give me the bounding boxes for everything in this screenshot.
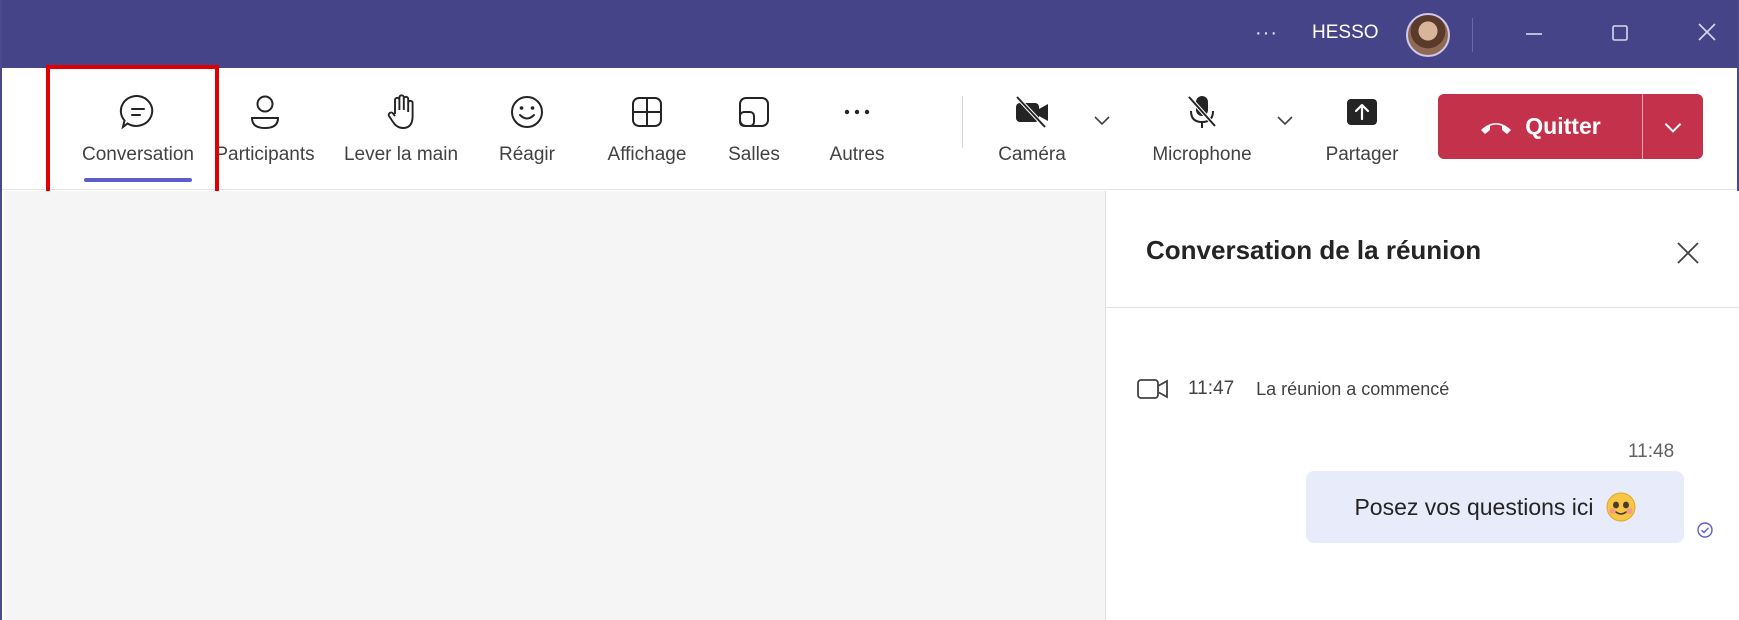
close-chat-button[interactable] bbox=[1672, 237, 1704, 269]
grid-icon bbox=[632, 97, 662, 127]
mic-off-icon bbox=[1187, 95, 1217, 128]
meeting-started-event: 11:47 La réunion a commencé bbox=[1136, 377, 1449, 401]
rooms-icon bbox=[739, 97, 769, 127]
event-text: La réunion a commencé bbox=[1256, 378, 1450, 399]
chat-panel: Conversation de la réunion 11:47 La réun… bbox=[1106, 191, 1739, 620]
tool-more-label: Autres bbox=[829, 144, 885, 165]
teams-meeting-window: ··· HESSO Conversation Participants Leve… bbox=[0, 0, 1739, 620]
tool-participants-label: Participants bbox=[215, 144, 315, 165]
chat-header-divider bbox=[1106, 307, 1739, 308]
event-time: 11:47 bbox=[1188, 378, 1235, 399]
minimize-button[interactable] bbox=[1514, 12, 1554, 52]
share-icon bbox=[1347, 99, 1377, 125]
camera-options-chevron-down-icon[interactable] bbox=[1090, 108, 1114, 132]
microphone-options-chevron-down-icon[interactable] bbox=[1273, 108, 1297, 132]
tool-microphone-label: Microphone bbox=[1152, 144, 1252, 165]
quit-options-button[interactable] bbox=[1643, 94, 1703, 159]
tool-rooms-label: Salles bbox=[728, 144, 780, 165]
tool-raise-hand[interactable]: Lever la main bbox=[333, 68, 469, 190]
close-icon bbox=[1677, 242, 1699, 264]
tool-share-label: Partager bbox=[1325, 144, 1399, 165]
tool-view-label: Affichage bbox=[607, 144, 687, 165]
tool-camera[interactable]: Caméra bbox=[987, 68, 1077, 190]
maximize-icon bbox=[1612, 25, 1628, 41]
person-icon bbox=[250, 95, 280, 130]
minimize-icon bbox=[1526, 33, 1542, 35]
camera-off-icon bbox=[1015, 95, 1048, 129]
quit-label: Quitter bbox=[1525, 113, 1601, 139]
tool-more[interactable]: Autres bbox=[812, 68, 902, 190]
tool-react[interactable]: Réagir bbox=[482, 68, 572, 190]
smiling-face-emoji-icon bbox=[1606, 492, 1636, 522]
chat-panel-title: Conversation de la réunion bbox=[1146, 235, 1482, 265]
tool-camera-label: Caméra bbox=[998, 144, 1066, 165]
smiley-icon bbox=[511, 96, 543, 128]
organization-name[interactable]: HESSO bbox=[1312, 22, 1379, 44]
quit-button[interactable]: Quitter bbox=[1438, 94, 1642, 159]
tool-raise-hand-label: Lever la main bbox=[343, 144, 459, 165]
conversation-highlight-box bbox=[46, 65, 219, 202]
chat-message-text: Posez vos questions ici bbox=[1354, 493, 1594, 520]
title-bar: ··· HESSO bbox=[2, 0, 1737, 68]
tool-view[interactable]: Affichage bbox=[592, 68, 702, 190]
video-camera-icon bbox=[1137, 379, 1168, 399]
tool-participants[interactable]: Participants bbox=[204, 68, 326, 190]
maximize-button[interactable] bbox=[1600, 12, 1640, 52]
read-receipt-check-icon bbox=[1697, 522, 1713, 538]
titlebar-more-button[interactable]: ··· bbox=[1255, 22, 1278, 45]
hand-icon bbox=[387, 94, 414, 129]
close-icon bbox=[1698, 23, 1716, 41]
meeting-stage bbox=[4, 191, 1105, 620]
quit-button-group: Quitter bbox=[1438, 94, 1703, 159]
message-time: 11:48 bbox=[1628, 441, 1675, 462]
tool-rooms[interactable]: Salles bbox=[714, 68, 794, 190]
tool-share[interactable]: Partager bbox=[1312, 68, 1412, 190]
hang-up-icon bbox=[1481, 122, 1512, 134]
tool-microphone[interactable]: Microphone bbox=[1137, 68, 1267, 190]
chat-message[interactable]: Posez vos questions ici bbox=[1306, 471, 1684, 543]
tool-react-label: Réagir bbox=[499, 144, 555, 165]
avatar[interactable] bbox=[1406, 13, 1450, 57]
toolbar-separator bbox=[962, 96, 963, 148]
titlebar-separator bbox=[1472, 18, 1473, 52]
more-icon bbox=[844, 109, 870, 115]
chevron-down-icon bbox=[1664, 122, 1682, 133]
close-window-button[interactable] bbox=[1687, 12, 1727, 52]
